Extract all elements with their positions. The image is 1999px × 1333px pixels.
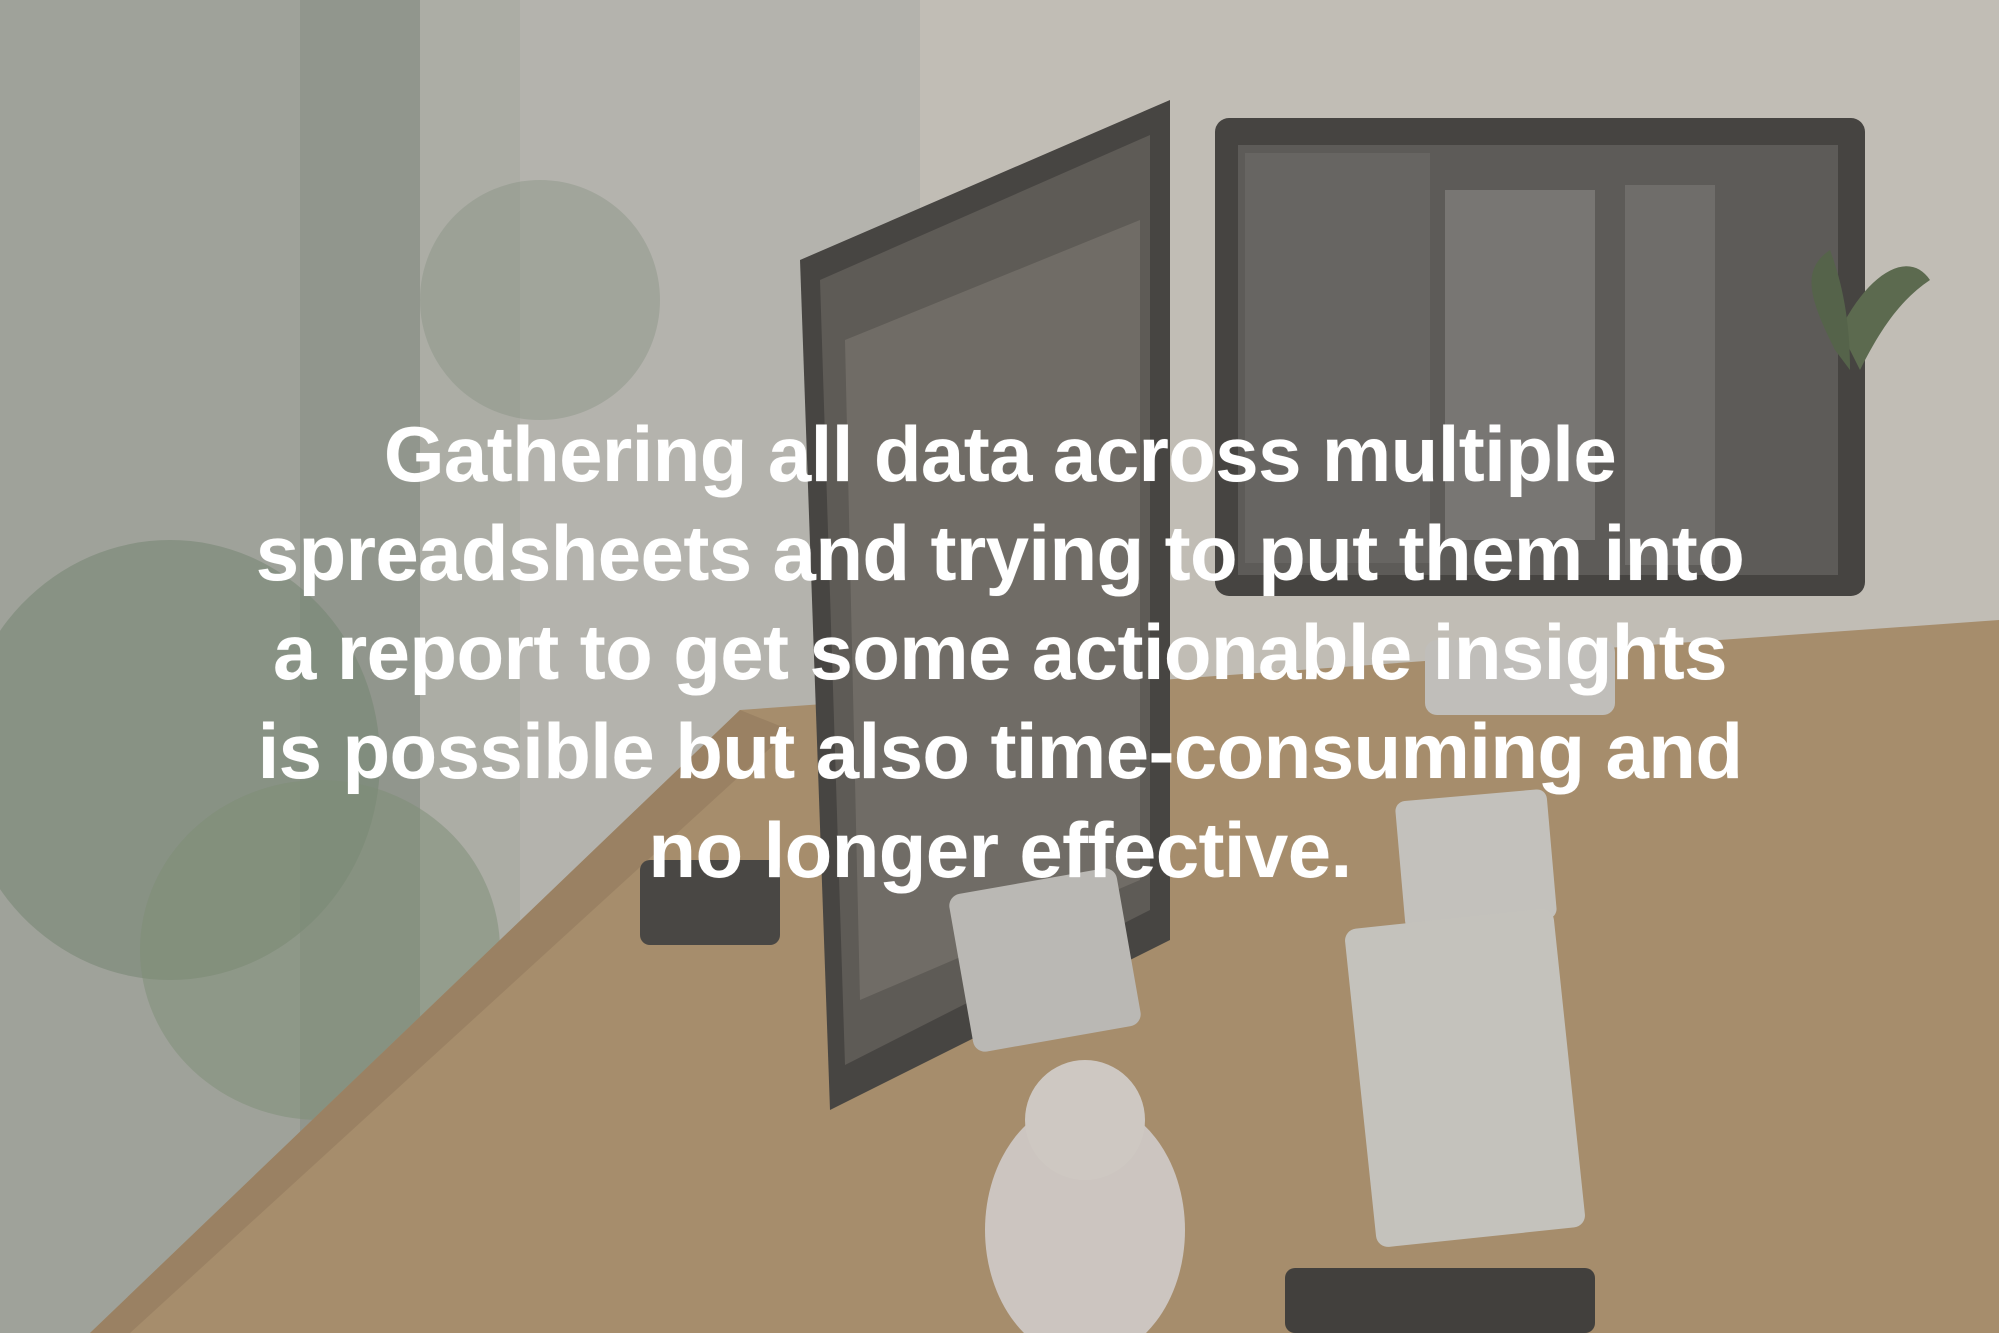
quote-container: Gathering all data across multiple sprea… [190, 405, 1810, 900]
background-photo: Gathering all data across multiple sprea… [0, 0, 1999, 1333]
quote-text: Gathering all data across multiple sprea… [255, 410, 1745, 894]
